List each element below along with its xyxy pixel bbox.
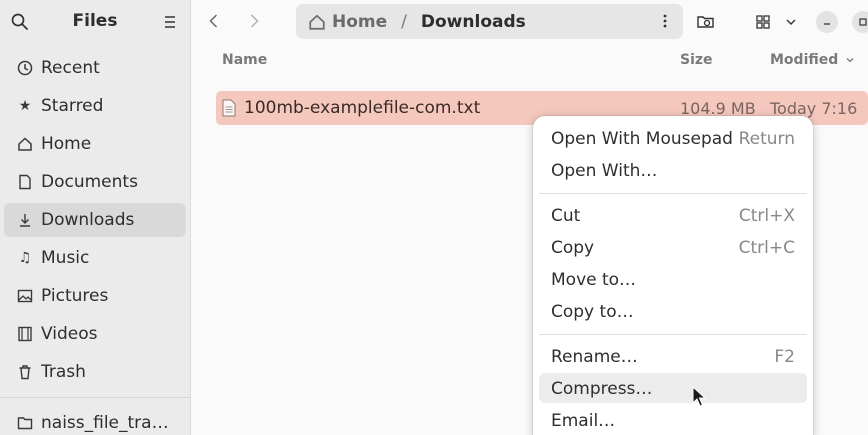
menu-item-email[interactable]: Email… (539, 405, 807, 435)
sidebar-item-label: Documents (41, 172, 138, 192)
sidebar-item-downloads[interactable]: Downloads (4, 203, 186, 237)
sidebar-divider (0, 397, 191, 398)
column-header-modified[interactable]: Modified (770, 52, 856, 68)
sidebar: Files Recent ★ Starred Home Documents Do… (0, 0, 191, 435)
sidebar-item-label: Downloads (41, 210, 135, 230)
menu-separator (539, 334, 807, 335)
menu-item-shortcut: Return (738, 129, 795, 149)
minimize-button[interactable] (816, 11, 838, 33)
sidebar-item-recent[interactable]: Recent (4, 51, 186, 85)
menu-item-shortcut: Ctrl+C (738, 238, 795, 258)
search-folder-icon (697, 16, 714, 28)
menu-item-label: Rename… (551, 347, 638, 367)
breadcrumb-current[interactable]: Downloads (421, 12, 526, 32)
header-bar: Home / Downloads (192, 0, 868, 44)
sidebar-item-bookmark[interactable]: naiss_file_tra… (4, 406, 186, 435)
sidebar-item-label: Videos (41, 324, 98, 344)
chevron-right-icon (250, 14, 259, 28)
sidebar-header: Files (0, 0, 190, 44)
vertical-dots-icon[interactable] (657, 12, 673, 30)
back-button[interactable] (204, 11, 224, 31)
menu-item-label: Open With… (551, 161, 658, 181)
sidebar-item-label: Trash (41, 362, 86, 382)
sidebar-item-starred[interactable]: ★ Starred (4, 89, 186, 123)
home-icon (16, 135, 34, 153)
sidebar-item-documents[interactable]: Documents (4, 165, 186, 199)
star-icon: ★ (18, 98, 32, 114)
minimize-icon (824, 23, 830, 25)
menu-item-open-with[interactable]: Open With… (539, 155, 807, 185)
sidebar-item-home[interactable]: Home (4, 127, 186, 161)
menu-item-label: Copy (551, 238, 595, 258)
context-menu: Open With Mousepad Return Open With… Cut… (533, 116, 813, 435)
path-bar[interactable]: Home / Downloads (296, 4, 683, 39)
sidebar-item-label: Starred (41, 96, 104, 116)
menu-item-copy[interactable]: Copy Ctrl+C (539, 232, 807, 262)
column-header-name[interactable]: Name (222, 52, 267, 68)
menu-item-label: Copy to… (551, 302, 634, 322)
trash-icon (16, 363, 34, 381)
download-icon (16, 211, 34, 229)
menu-item-label: Move to… (551, 270, 637, 290)
menu-item-label: Cut (551, 206, 581, 226)
chevron-left-icon (209, 14, 218, 28)
sidebar-item-label: Home (41, 134, 92, 154)
menu-item-label: Email… (551, 411, 616, 431)
document-icon (16, 173, 34, 191)
breadcrumb-home-label: Home (332, 11, 388, 32)
search-files-button[interactable] (694, 10, 718, 34)
view-grid-button[interactable] (752, 10, 774, 34)
sidebar-item-label: naiss_file_tra… (41, 413, 169, 433)
file-name: 100mb-examplefile-com.txt (244, 98, 481, 118)
column-header-modified-label: Modified (770, 52, 839, 68)
sort-chevron-down-icon (846, 58, 854, 63)
breadcrumb-separator: / (401, 11, 407, 32)
mouse-pointer-icon (692, 386, 706, 407)
sidebar-item-pictures[interactable]: Pictures (4, 279, 186, 313)
maximize-button[interactable] (852, 11, 868, 33)
view-options-button[interactable] (782, 10, 800, 34)
chevron-down-icon (786, 19, 796, 25)
breadcrumb-home[interactable]: Home (308, 12, 387, 32)
sidebar-item-trash[interactable]: Trash (4, 355, 186, 389)
menu-item-copy-to[interactable]: Copy to… (539, 296, 807, 326)
home-icon (309, 14, 325, 30)
menu-separator (539, 193, 807, 194)
menu-item-label: Open With Mousepad (551, 129, 733, 149)
menu-item-compress[interactable]: Compress… (539, 373, 807, 403)
sidebar-item-label: Recent (41, 58, 100, 78)
picture-icon (16, 287, 34, 305)
column-header-size[interactable]: Size (680, 52, 713, 68)
sidebar-item-music[interactable]: ♫ Music (4, 241, 186, 275)
menu-item-open-with-mousepad[interactable]: Open With Mousepad Return (539, 123, 807, 153)
folder-icon (16, 414, 34, 432)
clock-icon (16, 59, 34, 77)
sidebar-item-label: Pictures (41, 286, 109, 306)
forward-button[interactable] (244, 11, 264, 31)
sidebar-item-label: Music (41, 248, 90, 268)
text-file-icon (222, 99, 236, 117)
menu-item-move-to[interactable]: Move to… (539, 264, 807, 294)
video-icon (16, 325, 34, 343)
grid-icon (756, 15, 770, 29)
hamburger-menu-icon[interactable] (160, 12, 180, 32)
maximize-icon (859, 18, 867, 26)
menu-item-cut[interactable]: Cut Ctrl+X (539, 200, 807, 230)
menu-item-shortcut: F2 (774, 347, 795, 367)
menu-item-label: Compress… (551, 379, 653, 399)
menu-item-rename[interactable]: Rename… F2 (539, 341, 807, 371)
music-icon: ♫ (18, 250, 32, 266)
menu-item-shortcut: Ctrl+X (738, 206, 795, 226)
sidebar-item-videos[interactable]: Videos (4, 317, 186, 351)
